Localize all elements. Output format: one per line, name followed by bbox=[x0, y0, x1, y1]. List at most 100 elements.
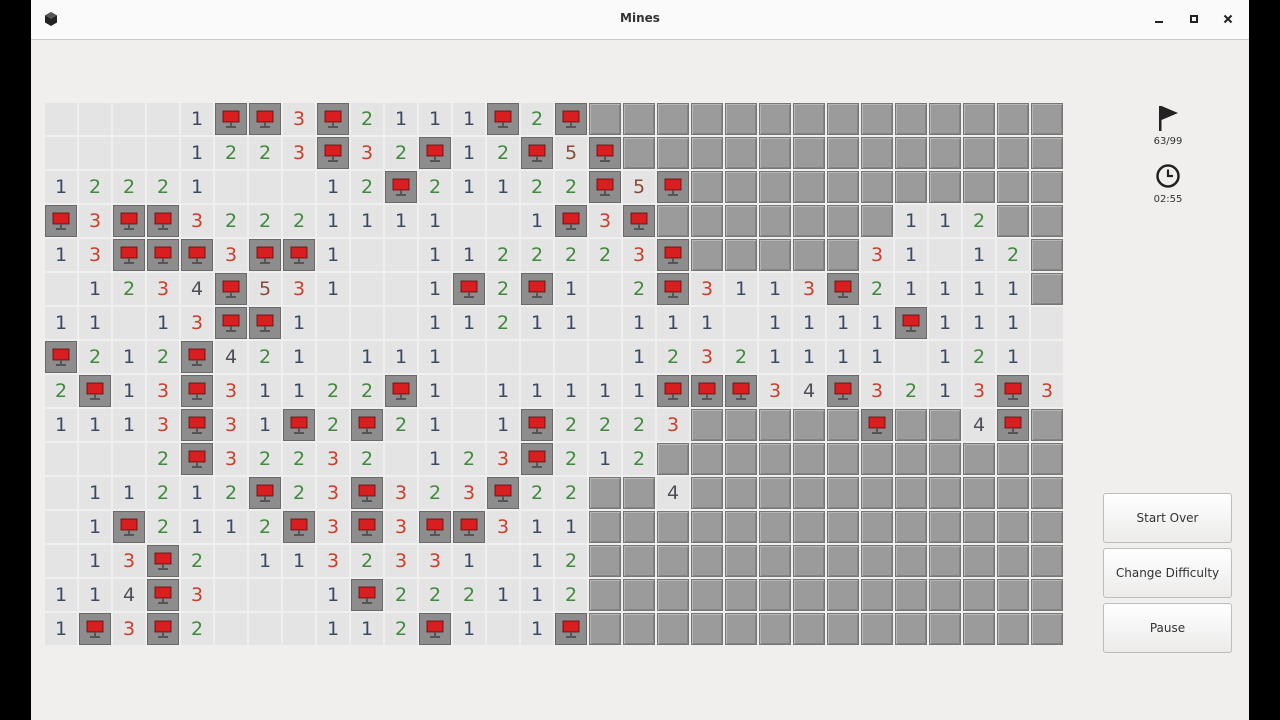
unrevealed-cell[interactable] bbox=[725, 171, 757, 203]
flagged-cell[interactable] bbox=[555, 103, 587, 135]
empty-cell[interactable] bbox=[385, 307, 417, 339]
number-cell[interactable]: 2 bbox=[555, 409, 587, 441]
flagged-cell[interactable] bbox=[181, 409, 213, 441]
empty-cell[interactable] bbox=[215, 579, 247, 611]
number-cell[interactable]: 2 bbox=[215, 205, 247, 237]
empty-cell[interactable] bbox=[725, 307, 757, 339]
number-cell[interactable]: 2 bbox=[521, 103, 553, 135]
number-cell[interactable]: 1 bbox=[79, 511, 111, 543]
unrevealed-cell[interactable] bbox=[963, 579, 995, 611]
number-cell[interactable]: 3 bbox=[487, 511, 519, 543]
unrevealed-cell[interactable] bbox=[691, 511, 723, 543]
unrevealed-cell[interactable] bbox=[657, 579, 689, 611]
number-cell[interactable]: 2 bbox=[113, 171, 145, 203]
unrevealed-cell[interactable] bbox=[827, 477, 859, 509]
unrevealed-cell[interactable] bbox=[1031, 273, 1063, 305]
empty-cell[interactable] bbox=[147, 137, 179, 169]
empty-cell[interactable] bbox=[215, 613, 247, 645]
empty-cell[interactable] bbox=[453, 341, 485, 373]
unrevealed-cell[interactable] bbox=[589, 545, 621, 577]
number-cell[interactable]: 1 bbox=[79, 307, 111, 339]
number-cell[interactable]: 4 bbox=[113, 579, 145, 611]
unrevealed-cell[interactable] bbox=[623, 477, 655, 509]
number-cell[interactable]: 1 bbox=[929, 205, 961, 237]
flagged-cell[interactable] bbox=[113, 205, 145, 237]
number-cell[interactable]: 2 bbox=[113, 273, 145, 305]
unrevealed-cell[interactable] bbox=[1031, 205, 1063, 237]
number-cell[interactable]: 2 bbox=[181, 613, 213, 645]
unrevealed-cell[interactable] bbox=[827, 137, 859, 169]
number-cell[interactable]: 1 bbox=[113, 341, 145, 373]
flagged-cell[interactable] bbox=[691, 375, 723, 407]
flagged-cell[interactable] bbox=[419, 613, 451, 645]
number-cell[interactable]: 2 bbox=[181, 545, 213, 577]
number-cell[interactable]: 2 bbox=[249, 511, 281, 543]
number-cell[interactable]: 5 bbox=[623, 171, 655, 203]
unrevealed-cell[interactable] bbox=[793, 511, 825, 543]
unrevealed-cell[interactable] bbox=[827, 171, 859, 203]
unrevealed-cell[interactable] bbox=[793, 137, 825, 169]
number-cell[interactable]: 3 bbox=[623, 239, 655, 271]
number-cell[interactable]: 1 bbox=[79, 545, 111, 577]
number-cell[interactable]: 1 bbox=[385, 103, 417, 135]
number-cell[interactable]: 1 bbox=[113, 409, 145, 441]
number-cell[interactable]: 1 bbox=[317, 273, 349, 305]
minefield-grid[interactable]: 1321112122332125122211221122533222111113… bbox=[45, 103, 1063, 645]
unrevealed-cell[interactable] bbox=[997, 205, 1029, 237]
flagged-cell[interactable] bbox=[147, 239, 179, 271]
number-cell[interactable]: 2 bbox=[453, 443, 485, 475]
number-cell[interactable]: 1 bbox=[249, 409, 281, 441]
unrevealed-cell[interactable] bbox=[759, 477, 791, 509]
unrevealed-cell[interactable] bbox=[1031, 103, 1063, 135]
number-cell[interactable]: 1 bbox=[589, 443, 621, 475]
title-bar[interactable]: Mines bbox=[31, 0, 1249, 40]
number-cell[interactable]: 1 bbox=[249, 545, 281, 577]
empty-cell[interactable] bbox=[351, 307, 383, 339]
unrevealed-cell[interactable] bbox=[793, 443, 825, 475]
number-cell[interactable]: 1 bbox=[521, 511, 553, 543]
empty-cell[interactable] bbox=[385, 443, 417, 475]
number-cell[interactable]: 3 bbox=[861, 375, 893, 407]
flagged-cell[interactable] bbox=[487, 103, 519, 135]
unrevealed-cell[interactable] bbox=[725, 137, 757, 169]
number-cell[interactable]: 3 bbox=[181, 205, 213, 237]
number-cell[interactable]: 2 bbox=[249, 205, 281, 237]
empty-cell[interactable] bbox=[45, 443, 77, 475]
number-cell[interactable]: 2 bbox=[555, 545, 587, 577]
empty-cell[interactable] bbox=[589, 341, 621, 373]
number-cell[interactable]: 1 bbox=[453, 613, 485, 645]
number-cell[interactable]: 2 bbox=[385, 579, 417, 611]
flagged-cell[interactable] bbox=[215, 307, 247, 339]
number-cell[interactable]: 1 bbox=[351, 613, 383, 645]
flagged-cell[interactable] bbox=[657, 171, 689, 203]
number-cell[interactable]: 1 bbox=[487, 171, 519, 203]
unrevealed-cell[interactable] bbox=[997, 613, 1029, 645]
unrevealed-cell[interactable] bbox=[997, 171, 1029, 203]
number-cell[interactable]: 2 bbox=[725, 341, 757, 373]
unrevealed-cell[interactable] bbox=[691, 137, 723, 169]
unrevealed-cell[interactable] bbox=[895, 171, 927, 203]
number-cell[interactable]: 1 bbox=[623, 375, 655, 407]
number-cell[interactable]: 2 bbox=[385, 137, 417, 169]
flagged-cell[interactable] bbox=[45, 341, 77, 373]
unrevealed-cell[interactable] bbox=[1031, 239, 1063, 271]
flagged-cell[interactable] bbox=[895, 307, 927, 339]
unrevealed-cell[interactable] bbox=[793, 103, 825, 135]
number-cell[interactable]: 1 bbox=[759, 307, 791, 339]
number-cell[interactable]: 5 bbox=[555, 137, 587, 169]
unrevealed-cell[interactable] bbox=[725, 205, 757, 237]
unrevealed-cell[interactable] bbox=[997, 579, 1029, 611]
unrevealed-cell[interactable] bbox=[895, 409, 927, 441]
number-cell[interactable]: 2 bbox=[487, 273, 519, 305]
empty-cell[interactable] bbox=[385, 273, 417, 305]
flagged-cell[interactable] bbox=[453, 273, 485, 305]
unrevealed-cell[interactable] bbox=[623, 579, 655, 611]
number-cell[interactable]: 2 bbox=[623, 273, 655, 305]
number-cell[interactable]: 1 bbox=[521, 205, 553, 237]
number-cell[interactable]: 2 bbox=[147, 341, 179, 373]
unrevealed-cell[interactable] bbox=[1031, 171, 1063, 203]
unrevealed-cell[interactable] bbox=[895, 511, 927, 543]
number-cell[interactable]: 3 bbox=[283, 103, 315, 135]
unrevealed-cell[interactable] bbox=[1031, 137, 1063, 169]
unrevealed-cell[interactable] bbox=[623, 545, 655, 577]
